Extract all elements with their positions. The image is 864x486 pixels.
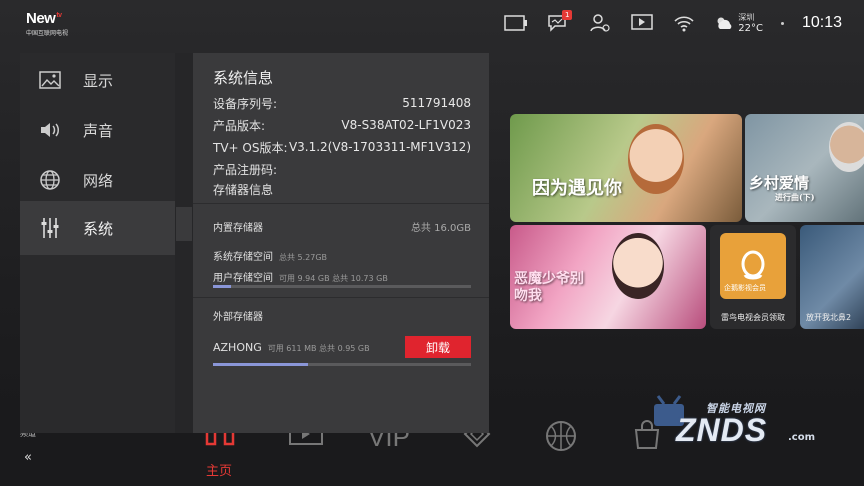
info-label: 产品版本: — [213, 118, 266, 133]
screen-icon[interactable] — [504, 13, 528, 33]
tile-subtitle: 进行曲(下) — [775, 192, 815, 202]
znds-watermark: 智能电视网 ZNDS .com — [650, 392, 820, 462]
poster-image — [829, 122, 864, 172]
back-arrow[interactable]: « — [24, 450, 32, 465]
nav-home-label[interactable]: 主页 — [206, 460, 232, 479]
play-icon[interactable] — [630, 13, 654, 33]
menu-item-label: 网络 — [83, 171, 114, 190]
menu-item-display[interactable]: 显示 — [20, 53, 175, 107]
info-row: 产品版本: V8-S38AT02-LF1V023 — [213, 115, 471, 135]
status-bar: 1 深圳 22°C 10:13 — [504, 10, 842, 36]
globe-icon — [38, 168, 62, 192]
user-storage-fill — [213, 285, 232, 288]
weather-widget: 深圳 22°C — [714, 13, 763, 34]
tile-label: 企鹅影视会员 — [724, 284, 766, 292]
uninstall-button[interactable]: 卸载 — [405, 336, 471, 358]
info-value: 511791408 — [402, 96, 471, 110]
menu-item-label: 声音 — [83, 121, 114, 140]
user-icon[interactable] — [588, 13, 612, 33]
content-tile[interactable]: 恶魔少爷别吻我 — [510, 225, 706, 329]
message-icon[interactable]: 1 — [546, 10, 573, 33]
user-storage-row: 用户存储空间 可用 9.94 GB 总共 10.73 GB — [213, 273, 388, 284]
tile-caption: 雷鸟电视会员领取 — [721, 313, 785, 322]
menu-item-label: 显示 — [83, 71, 114, 90]
info-label: TV+ OS版本: — [213, 140, 288, 155]
poster-image — [612, 233, 664, 299]
content-tile[interactable]: 因为遇见你 — [510, 114, 742, 222]
notification-badge: 1 — [562, 10, 573, 20]
focus-knob — [176, 207, 192, 241]
cloud-sun-icon — [717, 17, 732, 29]
info-row: 产品注册码: — [213, 159, 471, 179]
tile-title: 恶魔少爷别吻我 — [514, 271, 584, 304]
poster-image — [628, 124, 684, 194]
divider — [193, 203, 489, 204]
external-device-info: 可用 611 MB 总共 0.95 GB — [267, 344, 370, 353]
weather-city: 深圳 — [738, 12, 755, 22]
tile-title: 因为遇见你 — [532, 178, 622, 199]
menu-divider — [175, 53, 193, 433]
newtv-logo: Newtv 中国互联网电视 — [26, 10, 69, 37]
info-value: V3.1.2(V8-1703311-MF1V312) — [288, 140, 471, 154]
weather-temp: 22°C — [738, 22, 763, 34]
menu-item-network[interactable]: 网络 — [20, 153, 175, 207]
content-tile[interactable]: 企鹅影视会员 雷鸟电视会员领取 — [710, 225, 796, 329]
info-label: 产品注册码: — [213, 162, 278, 177]
tile-caption: 放开我北鼻2 — [806, 313, 852, 322]
clock: 10:13 — [801, 14, 842, 31]
info-row: 存储器信息 — [213, 179, 471, 199]
sliders-icon — [38, 216, 62, 240]
sports-icon[interactable] — [545, 420, 577, 456]
system-storage-row: 系统存储空间 总共 5.27GB — [213, 252, 328, 263]
info-row: 设备序列号: 511791408 — [213, 93, 471, 113]
divider — [193, 297, 489, 298]
panel-title: 系统信息 — [213, 69, 274, 87]
user-storage-bar — [213, 285, 471, 288]
info-label: 存储器信息 — [213, 182, 274, 197]
menu-item-sound[interactable]: 声音 — [20, 103, 175, 157]
info-value: V8-S38AT02-LF1V023 — [341, 118, 471, 132]
tile-title: 乡村爱情 — [749, 174, 810, 192]
external-device-name: AZHONG — [213, 341, 262, 354]
external-storage-bar — [213, 363, 471, 366]
info-row: TV+ OS版本: V3.1.2(V8-1703311-MF1V312) — [213, 137, 471, 157]
system-info-panel: 系统信息 设备序列号: 511791408 产品版本: V8-S38AT02-L… — [193, 53, 489, 433]
content-tile[interactable]: 放开我北鼻2 — [800, 225, 864, 329]
external-storage-header: 外部存储器 — [213, 308, 471, 323]
content-tile[interactable]: 乡村爱情 进行曲(下) — [745, 114, 864, 222]
wifi-icon — [672, 13, 696, 33]
separator-dot — [780, 21, 784, 25]
external-storage-fill — [213, 363, 309, 366]
info-label: 设备序列号: — [213, 96, 278, 111]
internal-storage-header: 内置存储器 总共 16.0GB — [213, 219, 471, 234]
menu-item-label: 系统 — [83, 219, 114, 238]
menu-item-system[interactable]: 系统 — [20, 201, 175, 255]
image-icon — [38, 68, 62, 92]
internal-storage-title: 内置存储器 — [213, 223, 263, 234]
internal-storage-total: 总共 16.0GB — [410, 223, 471, 234]
speaker-icon — [38, 118, 62, 142]
settings-menu: 显示 声音 网络 系统 — [20, 53, 175, 433]
external-storage-title: 外部存储器 — [213, 312, 263, 323]
external-device-row: AZHONG 可用 611 MB 总共 0.95 GB — [213, 341, 370, 354]
